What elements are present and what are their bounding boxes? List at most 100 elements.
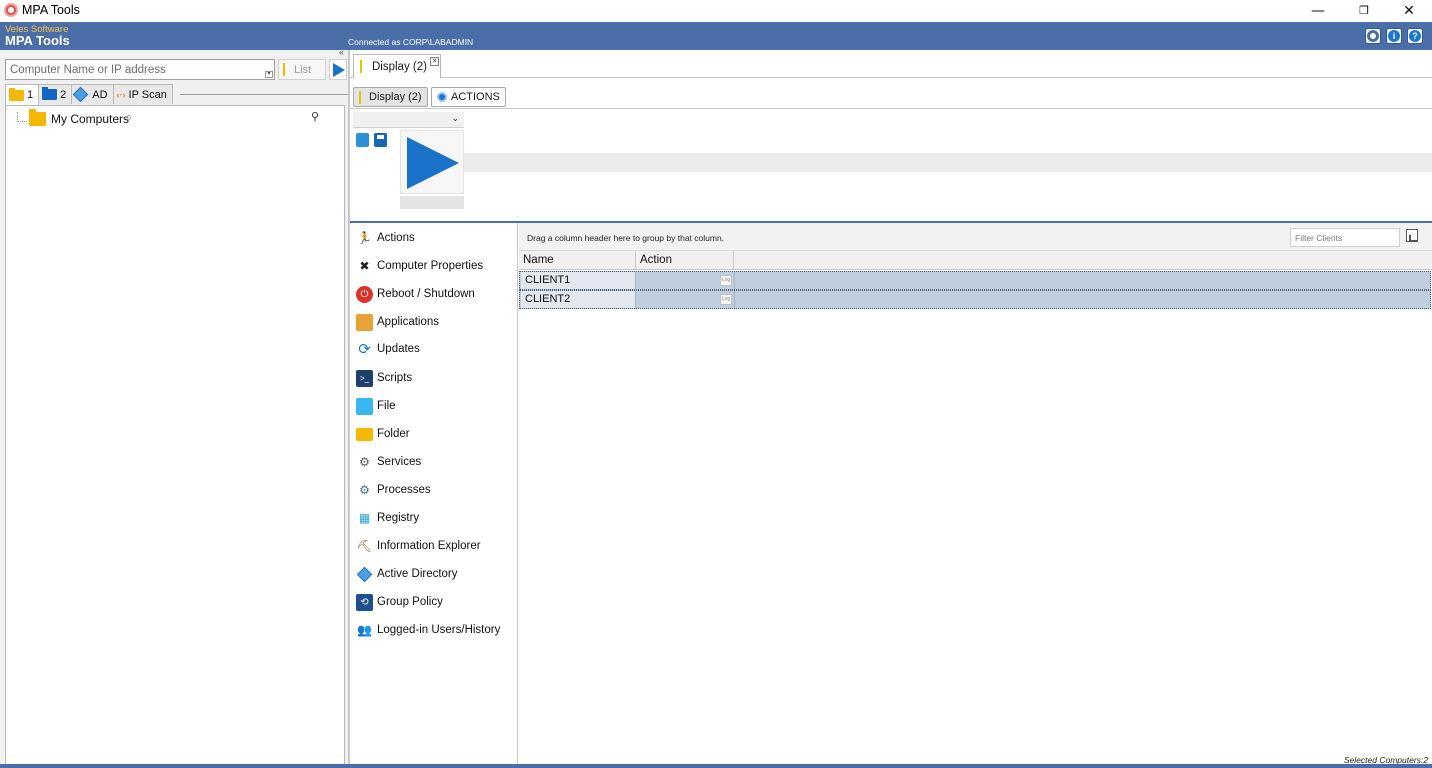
action-item-group-policy[interactable]: ⟲ Group Policy xyxy=(356,592,443,612)
settings-icon xyxy=(1367,30,1379,42)
ribbon-tabs: Display (2) ACTIONS xyxy=(350,84,1432,108)
cell-action: Log xyxy=(637,291,735,308)
restore-button[interactable]: ❐ xyxy=(1341,0,1387,22)
run-button[interactable] xyxy=(400,130,464,194)
power-icon: ⏻ xyxy=(356,285,373,303)
tree-node-my-computers[interactable]: My Computers xyxy=(51,112,129,126)
column-header-name[interactable]: Name xyxy=(519,251,636,270)
action-item-label: Active Directory xyxy=(377,568,458,580)
close-tab-icon[interactable]: ✕ xyxy=(430,57,439,66)
info-button[interactable]: i xyxy=(1386,28,1402,44)
connection-status: Connected as CORP\LABADMIN xyxy=(348,37,474,47)
save-icon[interactable] xyxy=(374,133,387,147)
grid-header: Name Action xyxy=(519,251,1432,270)
group-tab-ip-scan[interactable]: ‹·› IP Scan xyxy=(112,84,173,104)
action-select[interactable]: ⌄ xyxy=(353,112,464,128)
list-button-label: List xyxy=(294,63,312,76)
tab-display[interactable]: Display (2) xyxy=(353,54,441,78)
action-item-computer-properties[interactable]: ✖ Computer Properties xyxy=(356,256,483,276)
action-item-active-directory[interactable]: Active Directory xyxy=(356,564,458,584)
action-item-reboot-shutdown[interactable]: ⏻ Reboot / Shutdown xyxy=(356,284,475,304)
open-icon[interactable] xyxy=(356,133,369,147)
filter-clients-input[interactable] xyxy=(1290,228,1400,247)
action-item-applications[interactable]: Applications xyxy=(356,312,439,332)
action-item-folder[interactable]: Folder xyxy=(356,424,410,444)
tab-divider xyxy=(180,94,348,95)
group-tab-2[interactable]: 2 xyxy=(38,84,73,104)
running-figure-icon: 🏃 xyxy=(357,231,372,245)
action-item-information-explorer[interactable]: ⛏ Information Explorer xyxy=(356,536,481,556)
minimize-button[interactable]: — xyxy=(1295,0,1341,22)
window-title: MPA Tools xyxy=(22,3,80,17)
action-item-label: Logged-in Users/History xyxy=(377,624,501,636)
action-item-label: Reboot / Shutdown xyxy=(377,288,475,300)
log-icon[interactable]: Log xyxy=(720,294,732,305)
ribbon-tab-display[interactable]: Display (2) xyxy=(353,87,428,107)
action-item-updates[interactable]: ⟳ Updates xyxy=(356,339,420,359)
computer-group-tabs: 1 2 AD ‹·› IP Scan xyxy=(5,84,173,105)
action-item-label: Processes xyxy=(377,484,431,496)
tools-icon: ✖ xyxy=(359,259,370,273)
folder-icon xyxy=(42,87,58,100)
text-cursor-icon xyxy=(360,60,366,73)
document-tabs: Display (2) ✕ xyxy=(350,50,1432,78)
table-row[interactable]: CLIENT1 Log xyxy=(519,271,1431,290)
gear-icon xyxy=(437,92,447,102)
bottom-border xyxy=(0,764,1432,768)
help-button[interactable]: ? xyxy=(1407,28,1423,44)
log-icon[interactable]: Log xyxy=(720,275,732,286)
registry-icon: ▦ xyxy=(358,511,371,525)
column-chooser-icon[interactable] xyxy=(1406,229,1418,242)
folder-icon xyxy=(29,109,46,126)
info-icon: i xyxy=(1388,30,1400,42)
action-item-label: Group Policy xyxy=(377,596,443,608)
action-item-label: Registry xyxy=(377,512,420,524)
close-button[interactable]: ✕ xyxy=(1386,0,1432,22)
group-tab-1[interactable]: 1 xyxy=(5,84,40,105)
text-cursor-icon xyxy=(359,90,365,104)
action-item-scripts[interactable]: >_ Scripts xyxy=(356,368,412,388)
cell-action: Log xyxy=(637,272,735,289)
computer-tree: My Computers 0 ⚲ xyxy=(5,105,345,765)
main-area: Display (2) ✕ Display (2) ACTIONS ⌄ 🏃 Ac… xyxy=(348,50,1432,768)
ribbon-panel: ⌄ xyxy=(350,108,1432,221)
group-tab-label: 2 xyxy=(60,88,67,101)
action-item-registry[interactable]: ▦ Registry xyxy=(356,508,419,528)
group-policy-icon: ⟲ xyxy=(356,593,373,611)
action-item-processes[interactable]: ⚙ Processes xyxy=(356,480,431,500)
action-item-logged-in-users[interactable]: 👥 Logged-in Users/History xyxy=(356,620,500,640)
column-header-action[interactable]: Action xyxy=(636,251,734,270)
clients-grid: Drag a column header here to group by th… xyxy=(519,223,1432,768)
product-name: MPA Tools xyxy=(5,33,70,48)
cell-name: CLIENT1 xyxy=(521,272,636,289)
refresh-icon: ⟳ xyxy=(358,341,371,358)
list-button[interactable]: List xyxy=(278,59,326,80)
table-row[interactable]: CLIENT2 Log xyxy=(519,290,1431,309)
group-by-panel[interactable]: Drag a column header here to group by th… xyxy=(519,223,1432,251)
action-item-label: Applications xyxy=(377,316,440,328)
folder-icon xyxy=(356,427,373,441)
ribbon-tab-label: ACTIONS xyxy=(451,91,500,103)
action-item-label: Scripts xyxy=(377,372,413,384)
group-by-hint: Drag a column header here to group by th… xyxy=(527,233,725,243)
action-item-label: File xyxy=(377,400,396,412)
tree-search-icon[interactable]: ⚲ xyxy=(311,110,319,123)
add-computer-button[interactable] xyxy=(329,59,347,80)
applications-icon xyxy=(356,313,373,331)
left-panel: « ▾ List 1 2 AD ‹·› IP Scan My Computers… xyxy=(0,47,348,768)
action-item-label: Services xyxy=(377,456,422,468)
users-icon: 👥 xyxy=(357,623,372,637)
action-item-file[interactable]: File xyxy=(356,396,396,416)
action-item-services[interactable]: ⚙ Services xyxy=(356,452,421,472)
group-tab-ad[interactable]: AD xyxy=(71,84,114,104)
action-item-label: Actions xyxy=(377,232,415,244)
action-item-label: Folder xyxy=(377,428,410,440)
search-history-dropdown[interactable]: ▾ xyxy=(265,71,273,78)
text-cursor-icon xyxy=(283,63,289,76)
ribbon-tab-actions[interactable]: ACTIONS xyxy=(431,87,506,107)
action-item-actions[interactable]: 🏃 Actions xyxy=(356,228,415,248)
computer-search-input[interactable] xyxy=(5,59,275,80)
collapse-panel-button[interactable]: « xyxy=(339,47,344,57)
action-item-label: Updates xyxy=(377,343,420,355)
settings-button[interactable] xyxy=(1365,28,1381,44)
